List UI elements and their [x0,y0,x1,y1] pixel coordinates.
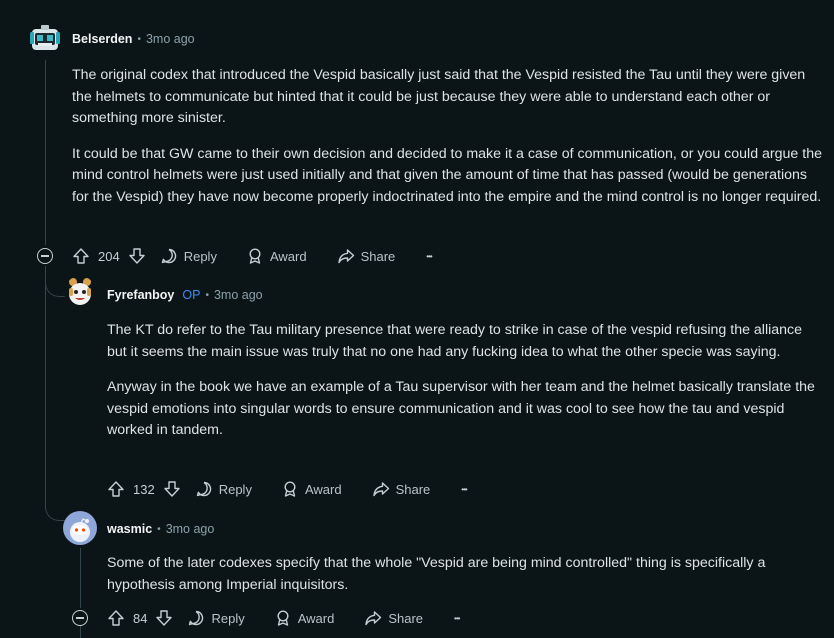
more-icon[interactable]: ••• [461,485,467,494]
thread-line-reply-tail [80,626,81,638]
share-label: Share [388,610,424,626]
collapse-icon[interactable] [72,610,88,626]
award-label: Award [304,481,342,497]
comment-paragraph: Anyway in the book we have an example of… [107,379,815,438]
separator-dot: • [157,523,161,535]
thread-line-main [45,60,46,245]
award-button[interactable]: Award [246,247,307,265]
comment-paragraph: The original codex that introduced the V… [72,67,806,126]
comment-meta: Fyrefanboy OP • 3mo ago [107,288,263,302]
thread-connector-2 [45,500,65,521]
reply-icon [189,610,204,626]
upvote-button[interactable] [107,609,125,627]
comment-actions: 132 Reply Award Share ••• [107,477,468,501]
vote-count: 132 [133,481,155,497]
separator-dot: • [137,33,141,45]
comment-body: The original codex that introduced the V… [72,65,824,222]
comment-actions: 84 Reply Award Share ••• [107,606,461,630]
comment-meta: wasmic • 3mo ago [107,522,214,536]
upvote-icon [108,481,124,497]
comment-body: The KT do refer to the Tau military pres… [107,320,822,456]
award-label: Award [297,610,335,626]
downvote-icon [164,481,180,497]
timestamp[interactable]: 3mo ago [166,522,215,536]
avatar[interactable] [64,276,96,308]
separator-dot: • [205,289,209,301]
reply-label: Reply [183,248,217,264]
upvote-icon [73,248,89,264]
share-button[interactable]: Share [337,247,396,265]
avatar[interactable] [29,23,61,55]
thread-line-reply [80,548,81,608]
comment-actions: 204 Reply Award Share ••• [72,244,433,268]
downvote-icon [129,248,145,264]
upvote-button[interactable] [107,480,125,498]
more-icon[interactable]: ••• [454,614,460,623]
share-icon [365,611,382,626]
comment-meta: Belserden • 3mo ago [72,32,195,46]
award-label: Award [269,248,307,264]
more-icon[interactable]: ••• [426,252,432,261]
timestamp[interactable]: 3mo ago [146,32,195,46]
award-button[interactable]: Award [274,609,335,627]
author-name[interactable]: Fyrefanboy [107,288,174,302]
timestamp[interactable]: 3mo ago [214,288,263,302]
upvote-button[interactable] [72,247,90,265]
reply-icon [196,481,211,497]
collapse-icon[interactable] [37,248,53,264]
thread-line-root [45,266,46,500]
share-icon [337,249,354,264]
reply-label: Reply [211,610,245,626]
share-label: Share [395,481,431,497]
comment-body: Some of the later codexes specify that t… [107,553,822,610]
reply-button[interactable]: Reply [160,247,217,265]
upvote-icon [108,610,124,626]
share-label: Share [360,248,396,264]
share-icon [372,482,389,497]
share-button[interactable]: Share [372,480,431,498]
downvote-icon [156,610,173,626]
downvote-button[interactable] [128,247,146,265]
award-button[interactable]: Award [281,480,342,498]
share-button[interactable]: Share [364,609,423,627]
comment-paragraph: The KT do refer to the Tau military pres… [107,322,803,360]
reply-button[interactable]: Reply [195,480,252,498]
comment-paragraph: Some of the later codexes specify that t… [107,555,766,593]
downvote-button[interactable] [155,609,173,627]
op-badge: OP [182,288,201,302]
award-icon [284,481,296,497]
reply-icon [161,248,176,264]
comment-paragraph: It could be that GW came to their own de… [72,145,822,205]
award-icon [277,610,289,626]
reply-button[interactable]: Reply [187,609,245,627]
vote-count: 204 [98,248,120,264]
downvote-button[interactable] [163,480,181,498]
reply-label: Reply [218,481,252,497]
author-name[interactable]: Belserden [72,32,132,46]
author-name[interactable]: wasmic [107,522,152,536]
award-icon [249,248,261,264]
thread-connector-1 [45,266,65,297]
vote-count: 84 [133,610,148,626]
avatar[interactable] [63,511,97,545]
